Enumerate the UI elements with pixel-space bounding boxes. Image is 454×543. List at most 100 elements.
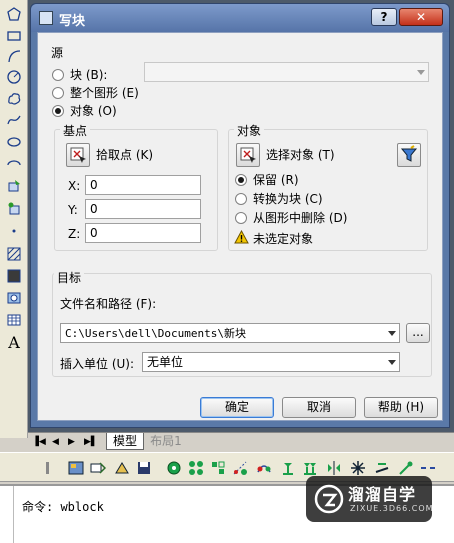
tab-model[interactable]: 模型: [106, 433, 144, 450]
funnel-icon: [400, 145, 418, 162]
command-line[interactable]: 命令: wblock 溜溜自学 ZIXUE.3D66.COM: [0, 476, 454, 543]
ok-button[interactable]: 确定: [200, 397, 274, 418]
pick-point-label: 拾取点 (K): [96, 148, 154, 162]
destination-legend: 目标: [54, 269, 85, 286]
whole-drawing-radio[interactable]: [52, 87, 64, 99]
draw-toolbar: A: [0, 0, 28, 438]
dialog-help-button[interactable]: 帮助 (H): [364, 397, 438, 418]
z-label: Z:: [68, 227, 81, 241]
rectangle-icon[interactable]: [3, 26, 25, 46]
define-attribute-icon[interactable]: [114, 460, 130, 476]
next-tab-icon[interactable]: ▶: [68, 436, 80, 448]
file-path-select[interactable]: C:\Users\dell\Documents\新块: [60, 323, 400, 343]
command-prompt: 命令:: [22, 500, 61, 514]
multiline-text-icon[interactable]: A: [3, 332, 25, 352]
arc-icon[interactable]: [3, 46, 25, 66]
z-field[interactable]: 0: [85, 223, 201, 243]
whole-drawing-label: 整个图形 (E): [70, 86, 139, 100]
snap-parallel-icon[interactable]: [302, 460, 318, 476]
block-editor-icon[interactable]: [68, 460, 84, 476]
insert-block-icon[interactable]: [3, 176, 25, 196]
source-legend: 源: [51, 46, 64, 60]
retain-label: 保留 (R): [253, 173, 299, 187]
snap-node-icon[interactable]: [188, 460, 204, 476]
ellipse-icon[interactable]: [3, 132, 25, 152]
dialog-body: 源 块 (B): 整个图形 (E) 对象 (O) 基点 拾取点 (K) X: 0…: [37, 32, 443, 421]
convert-to-block-radio[interactable]: [235, 193, 247, 205]
point-icon[interactable]: [3, 220, 25, 240]
dialog-title-bar: 写块 ? ✕: [31, 4, 449, 32]
block-name-select[interactable]: [144, 62, 429, 82]
watermark-brand: 溜溜自学: [348, 485, 417, 504]
y-label: Y:: [68, 203, 78, 217]
x-field[interactable]: 0: [85, 175, 201, 195]
watermark-logo-icon: [314, 484, 344, 514]
browse-button[interactable]: ...: [406, 323, 430, 343]
layout-tabs-bar: ▐◀ ◀ ▶ ▶▌ 模型 布局1: [28, 432, 454, 452]
region-icon[interactable]: [3, 288, 25, 308]
quick-select-button[interactable]: [397, 143, 421, 167]
y-field[interactable]: 0: [85, 199, 201, 219]
objects-legend: 对象: [234, 122, 265, 139]
snap-grid-icon[interactable]: [210, 460, 226, 476]
gradient-icon[interactable]: [3, 266, 25, 286]
pick-point-button[interactable]: [66, 143, 90, 167]
revision-cloud-icon[interactable]: [3, 88, 25, 108]
objects-radio[interactable]: [52, 105, 64, 117]
write-block-dialog: 写块 ? ✕ 源 块 (B): 整个图形 (E) 对象 (O) 基点 拾取点 (…: [30, 3, 450, 428]
first-tab-icon[interactable]: ▐◀: [32, 436, 46, 448]
make-block-icon[interactable]: [3, 198, 25, 218]
chevron-down-icon: [388, 331, 396, 336]
snap-center-icon[interactable]: [166, 460, 182, 476]
block-radio[interactable]: [52, 69, 64, 81]
spline-icon[interactable]: [3, 110, 25, 130]
last-tab-icon[interactable]: ▶▌: [84, 436, 98, 448]
warning-icon: [234, 230, 249, 244]
block-radio-label: 块 (B):: [70, 68, 108, 82]
ellipse-arc-icon[interactable]: [3, 154, 25, 174]
break-icon[interactable]: [420, 460, 436, 476]
grip-handle-icon[interactable]: [44, 460, 60, 476]
select-objects-icon: [240, 147, 256, 163]
file-path-value: C:\Users\dell\Documents\新块: [65, 327, 246, 340]
command-text: wblock: [60, 500, 104, 514]
insert-units-select[interactable]: 无单位: [142, 352, 400, 372]
chevron-down-icon: [417, 70, 425, 75]
extend-icon[interactable]: [398, 460, 414, 476]
cancel-button[interactable]: 取消: [282, 397, 356, 418]
prev-tab-icon[interactable]: ◀: [52, 436, 64, 448]
snap-arc-icon[interactable]: [256, 460, 272, 476]
explode-icon[interactable]: [350, 460, 366, 476]
watermark-url: ZIXUE.3D66.COM: [350, 504, 434, 513]
delete-from-drawing-radio[interactable]: [235, 212, 247, 224]
close-button[interactable]: ✕: [399, 8, 443, 26]
dialog-title: 写块: [59, 14, 86, 29]
save-icon[interactable]: [136, 460, 152, 476]
snap-perpendicular-icon[interactable]: [280, 460, 296, 476]
snap-tangent-icon[interactable]: [232, 460, 248, 476]
mirror-icon[interactable]: [326, 460, 342, 476]
tab-layout1[interactable]: 布局1: [146, 434, 186, 449]
command-history-line: 命令: wblock: [22, 498, 104, 515]
convert-to-block-label: 转换为块 (C): [253, 192, 323, 206]
delete-from-drawing-label: 从图形中删除 (D): [253, 211, 348, 225]
attribute-icon[interactable]: [90, 460, 106, 476]
watermark: 溜溜自学 ZIXUE.3D66.COM: [306, 476, 434, 522]
polygon-icon[interactable]: [3, 4, 25, 24]
chevron-down-icon: [388, 360, 396, 365]
select-objects-button[interactable]: [236, 143, 260, 167]
help-button[interactable]: ?: [371, 8, 397, 26]
stretch-icon[interactable]: [374, 460, 390, 476]
table-icon[interactable]: [3, 310, 25, 330]
app-icon: [39, 11, 53, 25]
insert-units-label: 插入单位 (U):: [60, 357, 135, 371]
circle-icon[interactable]: [3, 67, 25, 87]
no-objects-selected-warning: 未选定对象: [253, 232, 314, 246]
retain-radio[interactable]: [235, 174, 247, 186]
select-objects-label: 选择对象 (T): [266, 148, 335, 162]
insert-units-value: 无单位: [147, 355, 184, 369]
hatch-icon[interactable]: [3, 244, 25, 264]
pick-point-icon: [70, 147, 86, 163]
base-point-legend: 基点: [60, 122, 91, 139]
file-path-label: 文件名和路径 (F):: [60, 297, 157, 311]
